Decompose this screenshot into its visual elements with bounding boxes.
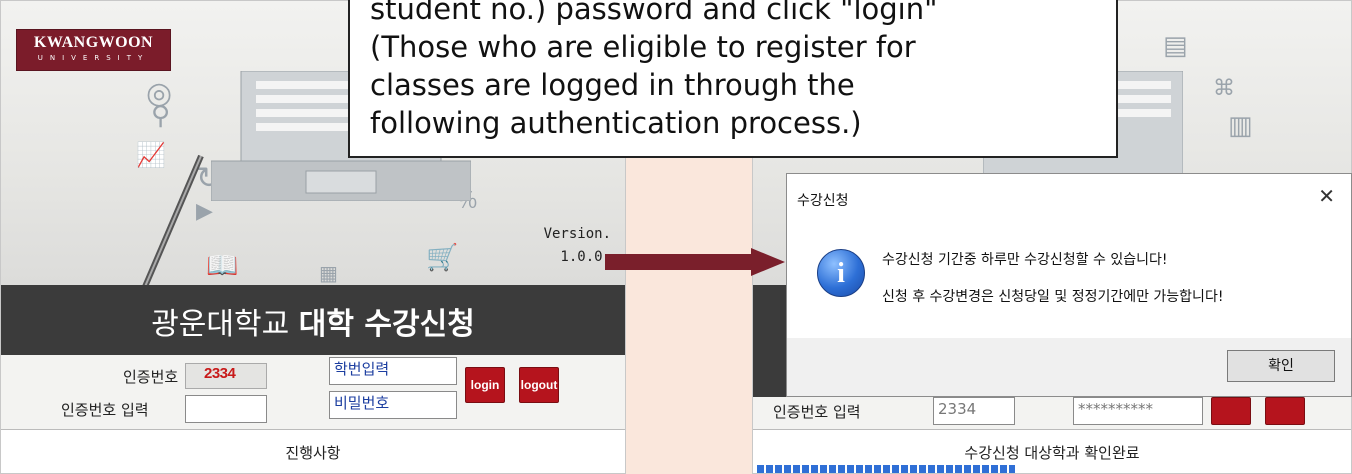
auth-code-value: 2334 xyxy=(204,365,236,382)
login-form: 인증번호 2334 인증번호 입력 학번입력 비밀번호 login logout xyxy=(1,355,625,429)
books-icon: ▥ xyxy=(1228,111,1253,141)
calculator-icon: ▦ xyxy=(319,261,338,285)
instruction-callout: student no.) password and click "login" … xyxy=(348,0,1118,158)
dialog-title: 수강신청 xyxy=(797,193,849,209)
ok-button[interactable]: 확인 xyxy=(1227,350,1335,382)
document-icon: ▤ xyxy=(1163,31,1188,61)
callout-line: (Those who are eligible to register for xyxy=(370,30,916,64)
logo-subtext: UNIVERSITY xyxy=(37,54,150,62)
banner-bold: 대학 수강신청 xyxy=(298,307,475,342)
diagram-icon: ⌘ xyxy=(1213,76,1235,101)
logout-button[interactable] xyxy=(1265,397,1305,425)
dialog-message-2: 신청 후 수강변경은 신청당일 및 정정기간에만 가능합니다! xyxy=(882,289,1224,305)
pen-illustration xyxy=(138,154,204,298)
cart-icon: 🛒 xyxy=(426,243,459,273)
auth-code-label: 인증번호 xyxy=(123,368,179,386)
login-form: 인증번호 입력 2334 ********** xyxy=(753,397,1351,429)
magnifier-icon: ⚲ xyxy=(151,101,171,131)
status-title: 진행사항 xyxy=(285,444,341,462)
callout-line: classes are logged in through the xyxy=(370,68,855,102)
logo-text: KWANGWOON xyxy=(33,34,154,51)
app-title-banner: 광운대학교 대학 수강신청 xyxy=(1,285,625,355)
information-icon: i xyxy=(817,249,865,297)
auth-input-label: 인증번호 입력 xyxy=(61,401,149,419)
progress-bar xyxy=(757,465,1015,473)
banner-prefix: 광운대학교 xyxy=(151,307,299,342)
university-logo: KWANGWOON UNIVERSITY xyxy=(16,29,171,71)
version-number: 1.0.0. xyxy=(560,249,611,265)
close-icon[interactable]: ✕ xyxy=(1318,184,1335,208)
logout-button[interactable]: logout xyxy=(519,367,559,403)
auth-code-input[interactable]: 2334 xyxy=(933,397,1015,425)
status-panel: 진행사항 xyxy=(1,429,625,473)
password-input[interactable]: 비밀번호 xyxy=(329,391,457,419)
version-label: Version. xyxy=(543,226,611,242)
auth-input-label: 인증번호 입력 xyxy=(773,403,861,421)
arrow-icon xyxy=(605,248,785,276)
status-text: 수강신청 대상학과 확인완료 xyxy=(964,444,1140,462)
dialog-footer: 확인 xyxy=(787,338,1351,396)
password-input[interactable]: ********** xyxy=(1073,397,1203,425)
message-dialog: 수강신청 ✕ i 수강신청 기간중 하루만 수강신청할 수 있습니다! 신청 후… xyxy=(786,173,1352,397)
auth-code-input[interactable] xyxy=(185,395,267,423)
dialog-message-1: 수강신청 기간중 하루만 수강신청할 수 있습니다! xyxy=(882,252,1168,268)
login-button[interactable] xyxy=(1211,397,1251,425)
callout-line: student no.) password and click "login" xyxy=(370,0,938,26)
student-id-input[interactable]: 학번입력 xyxy=(329,357,457,385)
login-button[interactable]: login xyxy=(465,367,505,403)
callout-line: following authentication process.) xyxy=(370,106,862,140)
